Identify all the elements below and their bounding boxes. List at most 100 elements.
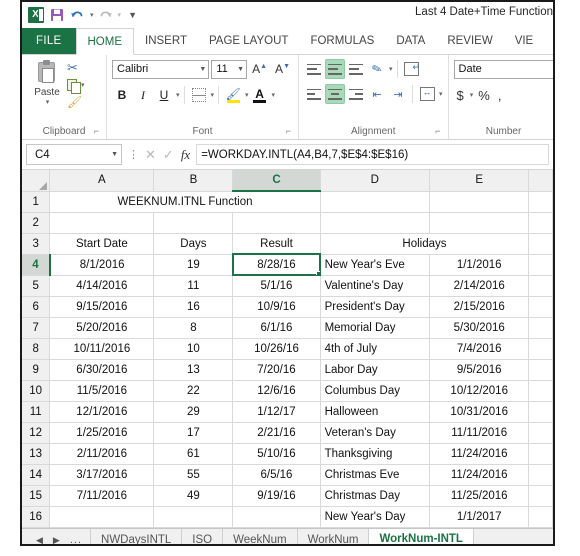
formula-input[interactable]: =WORKDAY.INTL(A4,B4,7,$E$4:$E$16) <box>196 144 549 165</box>
cell-a16[interactable] <box>49 506 155 528</box>
sheet-tab-weeknum[interactable]: WeekNum <box>222 528 296 544</box>
row-header-7[interactable]: 7 <box>22 317 51 339</box>
row-header-2[interactable]: 2 <box>22 212 51 234</box>
column-header-f[interactable] <box>528 170 553 192</box>
cell-c16[interactable] <box>232 506 321 528</box>
cell-b13[interactable]: 61 <box>153 443 234 465</box>
cell-f16[interactable] <box>528 506 553 528</box>
cell-e13[interactable]: 11/24/2016 <box>429 443 530 465</box>
tab-formulas[interactable]: FORMULAS <box>299 28 385 54</box>
cell-b12[interactable]: 17 <box>153 422 234 444</box>
select-all-corner[interactable] <box>22 170 51 192</box>
cell-b14[interactable]: 55 <box>153 464 234 486</box>
tab-page-layout[interactable]: PAGE LAYOUT <box>198 28 299 54</box>
cell-f14[interactable] <box>528 464 553 486</box>
cell-d16[interactable]: New Year's Day <box>320 506 431 528</box>
chevron-down-icon[interactable]: ▼ <box>195 66 206 73</box>
copy-dropdown-icon[interactable]: ▾ <box>81 81 85 89</box>
cell-a13[interactable]: 2/11/2016 <box>49 443 155 465</box>
decrease-font-size-button[interactable]: A▼ <box>272 62 293 76</box>
cell-d1[interactable] <box>320 191 431 213</box>
align-left-button[interactable] <box>304 84 324 104</box>
row-header-15[interactable]: 15 <box>22 485 51 507</box>
tab-home[interactable]: HOME <box>75 28 134 55</box>
font-color-button[interactable]: A <box>250 85 270 105</box>
tab-view[interactable]: VIE <box>504 28 545 54</box>
cell-c11[interactable]: 1/12/17 <box>232 401 321 423</box>
cell-e4[interactable]: 1/1/2016 <box>429 254 530 276</box>
cell-b8[interactable]: 10 <box>153 338 234 360</box>
cell-d4[interactable]: New Year's Eve <box>320 254 431 276</box>
align-right-button[interactable] <box>346 84 366 104</box>
sheet-tab-worknum[interactable]: WorkNum <box>296 528 369 544</box>
insert-function-icon[interactable]: fx <box>181 147 190 163</box>
clipboard-dialog-launcher-icon[interactable]: ⌐ <box>94 124 99 138</box>
column-header-c[interactable]: C <box>232 170 321 192</box>
row-header-3[interactable]: 3 <box>22 233 51 255</box>
cell-d5[interactable]: Valentine's Day <box>320 275 431 297</box>
cancel-formula-icon[interactable]: ✕ <box>145 147 156 163</box>
cell-f3[interactable] <box>528 233 553 255</box>
chevron-down-icon[interactable]: ▼ <box>111 151 118 158</box>
cell-e15[interactable]: 11/25/2016 <box>429 485 530 507</box>
cell-f8[interactable] <box>528 338 553 360</box>
tab-file[interactable]: FILE <box>22 28 76 54</box>
cell-d2[interactable] <box>320 212 431 234</box>
cell-e7[interactable]: 5/30/2016 <box>429 317 530 339</box>
accounting-format-button[interactable]: $ <box>454 88 467 103</box>
cell-d15[interactable]: Christmas Day <box>320 485 431 507</box>
cell-e6[interactable]: 2/15/2016 <box>429 296 530 318</box>
cell-c2[interactable] <box>232 212 321 234</box>
font-color-dropdown-icon[interactable]: ▾ <box>272 91 276 99</box>
name-box[interactable]: C4 ▼ <box>26 144 122 165</box>
wrap-text-button[interactable] <box>402 59 422 79</box>
decrease-indent-button[interactable]: ⇤ <box>367 84 387 104</box>
cell-e16[interactable]: 1/1/2017 <box>429 506 530 528</box>
customize-qat-button[interactable]: ▼ <box>123 6 142 25</box>
cell-f5[interactable] <box>528 275 553 297</box>
cell-b7[interactable]: 8 <box>153 317 234 339</box>
cell-d3[interactable]: Holidays <box>320 233 530 255</box>
percent-format-button[interactable]: % <box>475 88 493 103</box>
undo-dropdown-icon[interactable]: ▾ <box>90 11 94 19</box>
row-header-14[interactable]: 14 <box>22 464 51 486</box>
cell-f12[interactable] <box>528 422 553 444</box>
cell-a2[interactable] <box>49 212 155 234</box>
row-header-6[interactable]: 6 <box>22 296 51 318</box>
cell-a1[interactable]: WEEKNUM.ITNL Function <box>49 191 321 213</box>
row-header-16[interactable]: 16 <box>22 506 51 528</box>
cell-a14[interactable]: 3/17/2016 <box>49 464 155 486</box>
cell-a5[interactable]: 4/14/2016 <box>49 275 155 297</box>
cell-e2[interactable] <box>429 212 530 234</box>
cell-c9[interactable]: 7/20/16 <box>232 359 321 381</box>
merge-center-button[interactable] <box>417 84 437 104</box>
comma-format-button[interactable]: , <box>495 88 505 103</box>
cell-d10[interactable]: Columbus Day <box>320 380 431 402</box>
underline-dropdown-icon[interactable]: ▾ <box>176 91 180 99</box>
row-header-5[interactable]: 5 <box>22 275 51 297</box>
cell-b2[interactable] <box>153 212 234 234</box>
cell-b3[interactable]: Days <box>153 233 234 255</box>
redo-button[interactable] <box>96 6 115 25</box>
tab-data[interactable]: DATA <box>385 28 436 54</box>
cell-c13[interactable]: 5/10/16 <box>232 443 321 465</box>
middle-align-button[interactable] <box>325 59 345 79</box>
increase-font-size-button[interactable]: A▲ <box>249 62 270 76</box>
row-header-9[interactable]: 9 <box>22 359 51 381</box>
orientation-dropdown-icon[interactable]: ▾ <box>389 65 393 73</box>
cell-f4[interactable] <box>528 254 553 276</box>
cell-c12[interactable]: 2/21/16 <box>232 422 321 444</box>
row-header-10[interactable]: 10 <box>22 380 51 402</box>
cell-e10[interactable]: 10/12/2016 <box>429 380 530 402</box>
save-button[interactable] <box>47 6 66 25</box>
fill-color-button[interactable]: 🖌 <box>223 85 243 105</box>
cell-e5[interactable]: 2/14/2016 <box>429 275 530 297</box>
number-format-select[interactable]: Date <box>453 59 553 79</box>
bottom-align-button[interactable] <box>346 59 366 79</box>
italic-button[interactable]: I <box>133 85 153 105</box>
cell-f13[interactable] <box>528 443 553 465</box>
column-header-d[interactable]: D <box>320 170 431 192</box>
previous-sheet-button[interactable]: ◀ <box>36 535 43 545</box>
enter-formula-icon[interactable]: ✓ <box>163 147 174 163</box>
row-header-13[interactable]: 13 <box>22 443 51 465</box>
